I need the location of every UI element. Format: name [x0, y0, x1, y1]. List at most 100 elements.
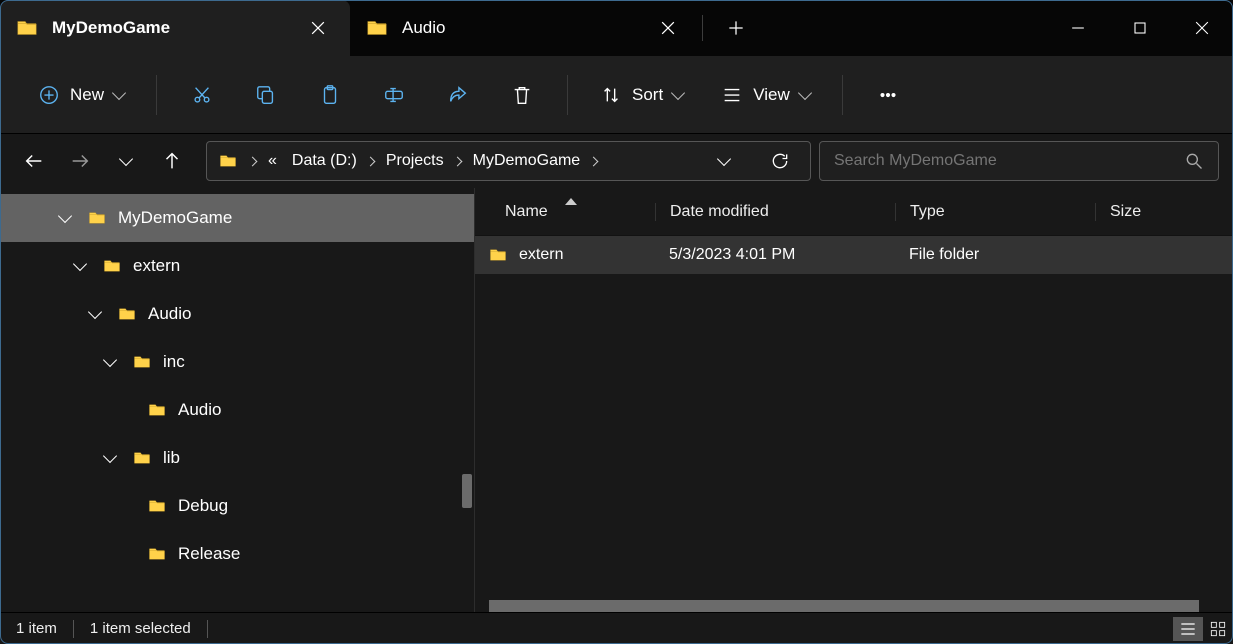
tab-title: Audio	[402, 18, 638, 38]
folder-icon	[16, 17, 38, 39]
title-bar: MyDemoGame Audio	[0, 0, 1233, 56]
chevron-down-icon	[112, 85, 126, 99]
view-label: View	[753, 85, 790, 105]
folder-icon	[146, 545, 168, 563]
arrow-left-icon	[23, 150, 45, 172]
folder-icon	[101, 257, 123, 275]
share-icon	[447, 84, 469, 106]
folder-icon	[366, 17, 388, 39]
chevron-down-icon	[798, 85, 812, 99]
sort-button[interactable]: Sort	[584, 72, 699, 118]
minimize-icon	[1068, 18, 1088, 38]
arrow-up-icon	[161, 150, 183, 172]
file-name: extern	[519, 246, 563, 264]
column-date[interactable]: Date modified	[655, 203, 895, 221]
cut-button[interactable]	[173, 72, 231, 118]
refresh-button[interactable]	[760, 141, 800, 181]
tree-item-label: extern	[133, 256, 180, 276]
view-icon	[721, 84, 743, 106]
recent-button[interactable]	[106, 141, 146, 181]
sort-label: Sort	[632, 85, 663, 105]
close-icon	[658, 18, 678, 38]
new-button[interactable]: New	[22, 72, 140, 118]
chevron-down-icon	[671, 85, 685, 99]
tree-item-mydemogame[interactable]: MyDemoGame	[0, 194, 474, 242]
address-bar[interactable]: « Data (D:) Projects MyDemoGame	[206, 141, 811, 181]
file-date: 5/3/2023 4:01 PM	[655, 246, 895, 264]
search-icon	[1184, 151, 1204, 171]
copy-button[interactable]	[237, 72, 295, 118]
plus-icon	[726, 18, 746, 38]
rename-button[interactable]	[365, 72, 423, 118]
address-dropdown-button[interactable]	[704, 141, 744, 181]
tab-title: MyDemoGame	[52, 18, 288, 38]
back-button[interactable]	[14, 141, 54, 181]
search-input[interactable]	[834, 152, 1174, 170]
breadcrumb-overflow[interactable]: «	[268, 152, 277, 170]
breadcrumb-projects[interactable]: Projects	[386, 152, 444, 170]
status-selection: 1 item selected	[74, 620, 207, 637]
tab-mydemogame[interactable]: MyDemoGame	[0, 0, 350, 56]
address-row: « Data (D:) Projects MyDemoGame	[0, 134, 1233, 188]
forward-button[interactable]	[60, 141, 100, 181]
chevron-right-icon	[589, 156, 599, 166]
up-button[interactable]	[152, 141, 192, 181]
breadcrumb-data[interactable]: Data (D:)	[292, 152, 357, 170]
column-size[interactable]: Size	[1095, 203, 1195, 221]
content-area: MyDemoGameexternAudioincAudiolibDebugRel…	[0, 188, 1233, 612]
tab-audio[interactable]: Audio	[350, 0, 700, 56]
folder-icon	[487, 246, 509, 264]
new-label: New	[70, 85, 104, 105]
share-button[interactable]	[429, 72, 487, 118]
column-type[interactable]: Type	[895, 203, 1095, 221]
trash-icon	[511, 84, 533, 106]
chevron-down-icon	[88, 305, 102, 319]
file-list-pane: Name Date modified Type Size extern 5/3/2…	[475, 188, 1233, 612]
folder-icon	[217, 152, 239, 170]
tree-item-extern[interactable]: extern	[0, 242, 474, 290]
file-row[interactable]: extern5/3/2023 4:01 PMFile folder	[475, 236, 1233, 274]
navigation-tree[interactable]: MyDemoGameexternAudioincAudiolibDebugRel…	[0, 188, 475, 612]
view-button[interactable]: View	[705, 72, 826, 118]
tree-item-debug[interactable]: Debug	[0, 482, 474, 530]
tree-item-inc[interactable]: inc	[0, 338, 474, 386]
search-box[interactable]	[819, 141, 1219, 181]
column-name[interactable]: Name	[475, 203, 655, 221]
tree-item-label: MyDemoGame	[118, 208, 232, 228]
tree-item-audio[interactable]: Audio	[0, 290, 474, 338]
separator	[156, 75, 157, 115]
tree-item-lib[interactable]: lib	[0, 434, 474, 482]
sort-ascending-icon	[565, 198, 577, 205]
close-tab-button[interactable]	[652, 12, 684, 44]
vertical-scrollbar[interactable]	[462, 474, 472, 508]
breadcrumb-mydemogame[interactable]: MyDemoGame	[473, 152, 581, 170]
maximize-button[interactable]	[1109, 0, 1171, 56]
paste-button[interactable]	[301, 72, 359, 118]
close-tab-button[interactable]	[302, 12, 334, 44]
folder-icon	[86, 209, 108, 227]
more-button[interactable]	[859, 72, 917, 118]
status-bar: 1 item 1 item selected	[0, 612, 1233, 644]
thumbnails-view-button[interactable]	[1203, 617, 1233, 641]
thumbnails-icon	[1208, 619, 1228, 639]
new-tab-button[interactable]	[713, 0, 759, 56]
maximize-icon	[1130, 18, 1150, 38]
chevron-right-icon	[365, 156, 375, 166]
minimize-button[interactable]	[1047, 0, 1109, 56]
horizontal-scrollbar[interactable]	[489, 600, 1199, 612]
separator	[842, 75, 843, 115]
delete-button[interactable]	[493, 72, 551, 118]
close-icon	[308, 18, 328, 38]
status-item-count: 1 item	[0, 620, 73, 637]
tab-separator	[702, 15, 703, 41]
tree-item-label: Release	[178, 544, 240, 564]
tree-item-release[interactable]: Release	[0, 530, 474, 578]
refresh-icon	[770, 151, 790, 171]
rename-icon	[383, 84, 405, 106]
close-icon	[1192, 18, 1212, 38]
close-window-button[interactable]	[1171, 0, 1233, 56]
tree-item-audio[interactable]: Audio	[0, 386, 474, 434]
chevron-right-icon	[452, 156, 462, 166]
chevron-down-icon	[717, 152, 731, 166]
details-view-button[interactable]	[1173, 617, 1203, 641]
